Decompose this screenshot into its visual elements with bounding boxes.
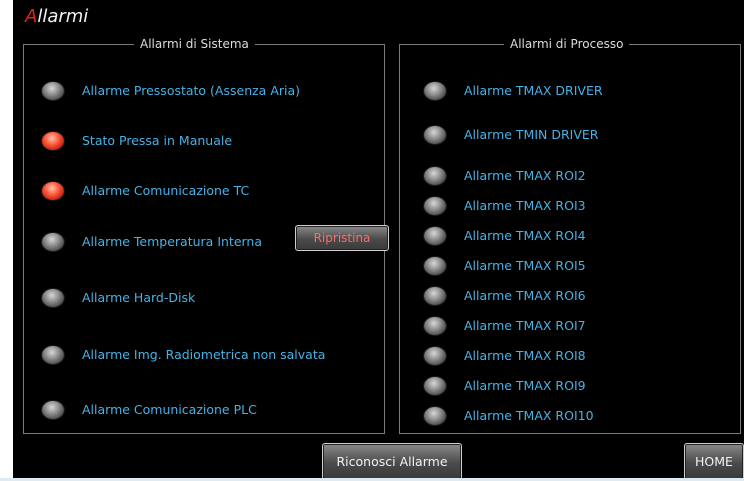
alarm-label: Allarme Comunicazione TC bbox=[82, 183, 250, 198]
alarm-indicator-icon bbox=[42, 182, 64, 200]
alarm-label: Allarme TMAX ROI8 bbox=[464, 348, 586, 363]
alarm-label: Allarme Temperatura Interna bbox=[82, 234, 263, 249]
reset-button[interactable]: Ripristina bbox=[295, 225, 389, 251]
acknowledge-alarms-button[interactable]: Riconosci Allarme bbox=[322, 443, 462, 480]
alarm-indicator-icon bbox=[42, 289, 64, 307]
alarm-indicator-icon bbox=[42, 346, 64, 364]
alarm-label: Allarme Comunicazione PLC bbox=[82, 402, 257, 417]
alarm-indicator-icon bbox=[42, 401, 64, 419]
page-title-rest: llarmi bbox=[37, 6, 89, 27]
alarm-label: Allarme TMAX ROI10 bbox=[464, 408, 594, 423]
alarm-label: Allarme Hard-Disk bbox=[82, 290, 196, 305]
alarm-label: Allarme TMAX DRIVER bbox=[464, 83, 603, 98]
process-alarms-legend: Allarmi di Processo bbox=[504, 35, 630, 53]
alarm-label: Allarme TMAX ROI3 bbox=[464, 198, 586, 213]
home-button[interactable]: HOME bbox=[684, 443, 744, 480]
alarm-indicator-icon bbox=[424, 167, 446, 185]
alarm-label: Allarme Img. Radiometrica non salvata bbox=[82, 347, 326, 362]
alarm-label: Allarme TMAX ROI6 bbox=[464, 288, 586, 303]
alarm-label: Allarme TMAX ROI5 bbox=[464, 258, 586, 273]
page-title-accent: A bbox=[25, 6, 38, 27]
alarm-indicator-icon bbox=[424, 257, 446, 275]
alarm-screen: Allarmi Allarmi di Sistema Allarme Press… bbox=[13, 0, 744, 480]
alarm-indicator-icon bbox=[424, 287, 446, 305]
alarm-indicator-icon bbox=[42, 132, 64, 150]
alarm-indicator-icon bbox=[424, 197, 446, 215]
alarm-label: Allarme TMAX ROI7 bbox=[464, 318, 586, 333]
alarm-indicator-icon bbox=[424, 126, 446, 144]
alarm-indicator-icon bbox=[42, 82, 64, 100]
alarm-label: Allarme Pressostato (Assenza Aria) bbox=[82, 83, 301, 98]
alarm-indicator-icon bbox=[424, 82, 446, 100]
alarm-label: Stato Pressa in Manuale bbox=[82, 133, 233, 148]
system-alarms-legend: Allarmi di Sistema bbox=[134, 35, 255, 53]
alarm-label: Allarme TMIN DRIVER bbox=[464, 127, 599, 142]
alarm-label: Allarme TMAX ROI9 bbox=[464, 378, 586, 393]
alarm-label: Allarme TMAX ROI4 bbox=[464, 228, 586, 243]
process-alarms-panel: Allarmi di Processo Allarme TMAX DRIVER … bbox=[399, 35, 741, 434]
page-title: Allarmi bbox=[25, 6, 88, 27]
alarm-indicator-icon bbox=[424, 227, 446, 245]
alarm-indicator-icon bbox=[424, 317, 446, 335]
alarm-indicator-icon bbox=[424, 407, 446, 425]
alarm-label: Allarme TMAX ROI2 bbox=[464, 168, 586, 183]
system-alarms-panel: Allarmi di Sistema Allarme Pressostato (… bbox=[23, 35, 389, 434]
alarm-indicator-icon bbox=[42, 233, 64, 251]
alarm-indicator-icon bbox=[424, 377, 446, 395]
alarm-indicator-icon bbox=[424, 347, 446, 365]
